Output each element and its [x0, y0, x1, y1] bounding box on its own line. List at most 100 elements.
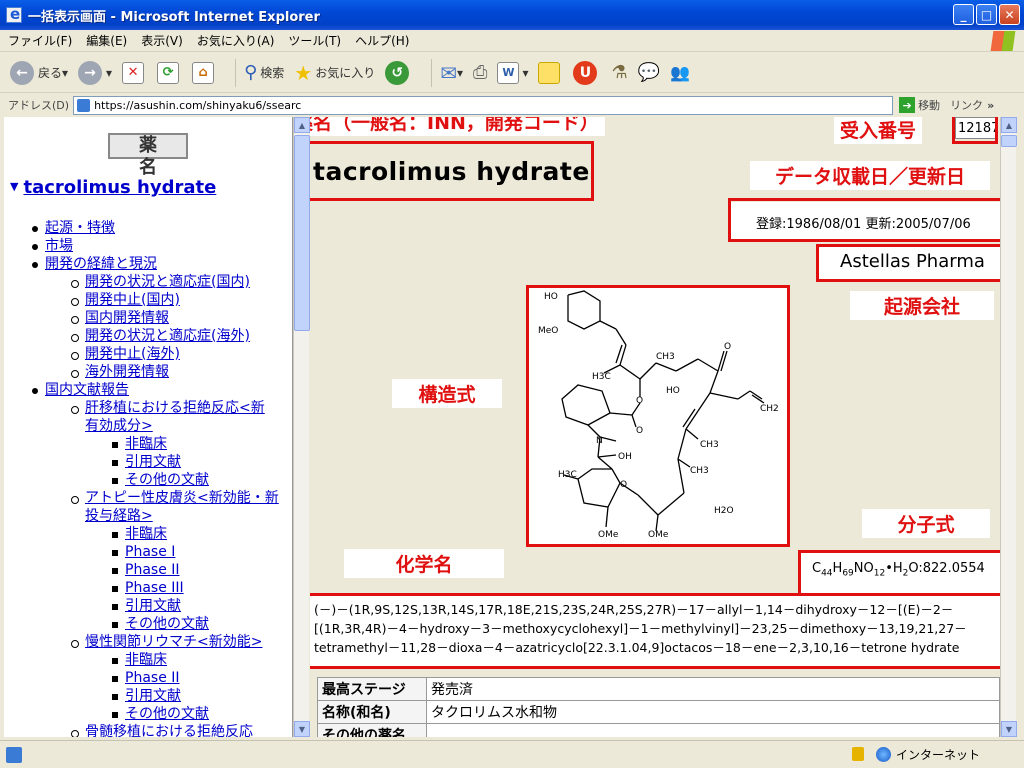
- mail-button[interactable]: ✉ ▾: [440, 61, 463, 85]
- company-annotation: 起源会社: [850, 291, 994, 320]
- sidebar-item[interactable]: アトピー性皮膚炎<新効能・新: [71, 490, 279, 507]
- sidebar-item[interactable]: 非臨床: [112, 652, 167, 669]
- sidebar-item[interactable]: 国内開発情報: [71, 310, 169, 327]
- sidebar-item[interactable]: 肝移植における拒絶反応<新: [71, 400, 265, 417]
- sidebar-item[interactable]: 慢性関節リウマチ<新効能>: [70, 634, 262, 651]
- people-icon: 👥: [670, 63, 690, 82]
- stop-button[interactable]: ✕: [122, 61, 147, 84]
- u-button[interactable]: U: [573, 60, 601, 85]
- sidebar-item[interactable]: 市場: [32, 238, 73, 255]
- sidebar-item[interactable]: 開発中止(国内): [71, 292, 180, 309]
- sidebar-item[interactable]: Phase III: [112, 580, 184, 597]
- scroll-down-icon[interactable]: ▼: [294, 721, 310, 737]
- maximize-button[interactable]: □: [976, 4, 997, 25]
- scroll-thumb[interactable]: [1001, 135, 1017, 147]
- table-row: 最高ステージ 発売済: [317, 677, 1000, 701]
- page-icon: [6, 746, 22, 763]
- edit-button[interactable]: W ▾: [497, 61, 528, 84]
- refresh-button[interactable]: ⟳: [157, 61, 182, 84]
- sidebar-item[interactable]: 引用文献: [112, 454, 181, 471]
- word-icon: W: [497, 61, 520, 84]
- sidebar-item[interactable]: 開発の経緯と現況: [32, 256, 157, 273]
- sidebar-item[interactable]: Phase I: [111, 544, 175, 561]
- sidebar-item[interactable]: 有効成分>: [85, 418, 153, 435]
- scroll-up-icon[interactable]: ▲: [294, 117, 310, 133]
- go-button[interactable]: ➔ 移動: [899, 97, 940, 113]
- sidebar-item[interactable]: 投与経路>: [85, 508, 153, 525]
- windows-logo-icon: [990, 31, 1016, 51]
- research-button[interactable]: ⚗: [611, 62, 627, 83]
- chevron-right-icon[interactable]: »: [987, 99, 994, 112]
- sidebar-item[interactable]: Phase II: [112, 670, 180, 687]
- menu-favorites[interactable]: お気に入り(A): [197, 32, 275, 49]
- go-arrow-icon: ➔: [899, 97, 916, 113]
- history-button[interactable]: ↺: [385, 60, 413, 85]
- menu-help[interactable]: ヘルプ(H): [355, 32, 409, 49]
- search-button[interactable]: ⚲ 検索: [244, 62, 284, 83]
- sidebar-item[interactable]: その他の文献: [112, 616, 209, 633]
- drug-name-header: 薬名: [108, 133, 188, 178]
- menu-tools[interactable]: ツール(T): [288, 32, 341, 49]
- table-value: 発売済: [426, 677, 1000, 701]
- navigation-frame: 薬名 tacrolimus hydrate 起源・特徴市場開発の経緯と現況開発の…: [4, 117, 293, 737]
- messenger-chat-button[interactable]: 💬: [638, 62, 660, 83]
- table-value: タクロリムス水和物: [426, 700, 1000, 724]
- table-value: [426, 723, 1000, 737]
- mail-icon: ✉: [440, 60, 457, 85]
- forward-button[interactable]: → ▾: [78, 60, 112, 85]
- sidebar-item[interactable]: その他の文献: [112, 472, 209, 489]
- address-input[interactable]: https://asushin.com/shinyaku6/ssearc: [73, 95, 894, 115]
- minimize-button[interactable]: _: [953, 4, 974, 25]
- table-row: 名称(和名) タクロリムス水和物: [317, 700, 1000, 724]
- sidebar-item[interactable]: 海外開発情報: [71, 364, 169, 381]
- sidebar-item[interactable]: 国内文献報告: [32, 382, 129, 399]
- table-row: その他の薬名: [317, 723, 1000, 737]
- globe-icon: [876, 747, 891, 762]
- links-button[interactable]: リンク: [950, 97, 983, 113]
- table-key: 名称(和名): [317, 700, 427, 724]
- stop-icon: ✕: [122, 61, 145, 84]
- chemname-annotation: 化学名: [344, 549, 504, 578]
- formula-annotation: 分子式: [862, 509, 990, 538]
- back-arrow-icon: ←: [10, 60, 34, 85]
- chat-icon: 💬: [637, 62, 661, 83]
- menu-view[interactable]: 表示(V): [141, 32, 183, 49]
- sidebar-item[interactable]: 開発の状況と適応症(海外): [71, 328, 250, 345]
- sidebar-item[interactable]: 骨髄移植における拒絶反応: [71, 724, 253, 737]
- sidebar-item[interactable]: 引用文献: [112, 688, 181, 705]
- notes-button[interactable]: [538, 61, 563, 84]
- favorites-button[interactable]: ★ お気に入り: [294, 61, 375, 85]
- messenger-button[interactable]: 👥: [670, 63, 690, 82]
- ie-icon: [6, 5, 22, 23]
- drug-name-link[interactable]: tacrolimus hydrate: [10, 177, 216, 198]
- home-button[interactable]: ⌂: [192, 61, 217, 84]
- sidebar-item[interactable]: 起源・特徴: [32, 220, 115, 237]
- sidebar-item[interactable]: その他の文献: [112, 706, 209, 723]
- left-scrollbar[interactable]: ▲ ▼: [293, 117, 310, 737]
- detail-frame: 薬名（一般名：INN，開発コード） 受入番号 12187 tacrolimus …: [310, 117, 1000, 737]
- table-key: 最高ステージ: [317, 677, 427, 701]
- print-button[interactable]: ⎙: [473, 62, 487, 83]
- sidebar-item[interactable]: 引用文献: [112, 598, 181, 615]
- sidebar-item[interactable]: 非臨床: [112, 526, 167, 543]
- sidebar-item[interactable]: 非臨床: [112, 436, 167, 453]
- lock-icon: [852, 747, 864, 761]
- right-scrollbar[interactable]: ▲ ▼: [1000, 117, 1017, 737]
- sidebar-item[interactable]: 開発の状況と適応症(国内): [71, 274, 250, 291]
- search-icon: ⚲: [244, 62, 258, 83]
- status-bar: インターネット: [0, 740, 1024, 768]
- inn-annotation: 薬名（一般名：INN，開発コード）: [310, 117, 605, 136]
- sidebar-item[interactable]: Phase II: [112, 562, 180, 579]
- date-annotation: データ収載日／更新日: [750, 161, 990, 190]
- scroll-down-icon[interactable]: ▼: [1001, 721, 1017, 737]
- close-button[interactable]: ✕: [999, 4, 1020, 25]
- note-icon: [538, 61, 561, 84]
- back-button[interactable]: ← 戻る ▾: [10, 60, 68, 85]
- scroll-thumb[interactable]: [294, 135, 310, 331]
- sidebar-item[interactable]: 開発中止(海外): [71, 346, 180, 363]
- structure-annotation: 構造式: [392, 379, 502, 408]
- menu-file[interactable]: ファイル(F): [8, 32, 72, 49]
- menu-edit[interactable]: 編集(E): [86, 32, 127, 49]
- toolbar: ← 戻る ▾ → ▾ ✕ ⟳ ⌂ ⚲ 検索 ★ お気に入り ↺ ✉ ▾ ⎙ W …: [0, 53, 1024, 93]
- scroll-up-icon[interactable]: ▲: [1001, 117, 1017, 133]
